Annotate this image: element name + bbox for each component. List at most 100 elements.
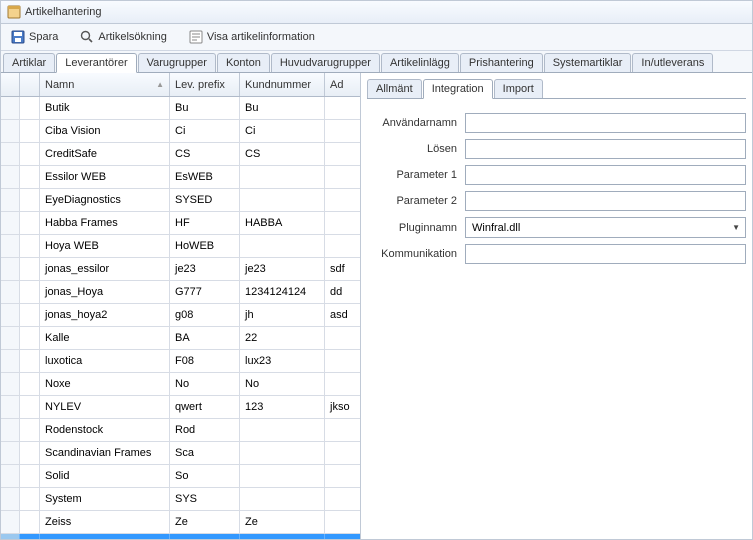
- cell-name: Habba Frames: [39, 212, 169, 234]
- grid-header-row: Namn ▲ Lev. prefix Kundnummer Ad: [1, 73, 360, 97]
- input-parameter2[interactable]: [465, 191, 746, 211]
- row-indicator: [1, 396, 19, 418]
- table-row[interactable]: NYLEVqwert123jkso: [1, 396, 360, 419]
- label-password: Lösen: [367, 143, 457, 155]
- main-tab-in/utleverans[interactable]: In/utleverans: [632, 53, 713, 72]
- input-kommunikation[interactable]: [465, 244, 746, 264]
- save-button[interactable]: Spara: [7, 28, 62, 46]
- table-row[interactable]: Scandinavian FramesSca: [1, 442, 360, 465]
- cell-prefix: [169, 534, 239, 539]
- cell-kund: [239, 442, 324, 464]
- input-username[interactable]: [465, 113, 746, 133]
- label-parameter2: Parameter 2: [367, 195, 457, 207]
- window-title: Artikelhantering: [25, 6, 101, 18]
- cell-ad: [324, 120, 360, 142]
- table-row[interactable]: Essilor WEBEsWEB: [1, 166, 360, 189]
- cell-name: jonas_essilor: [39, 258, 169, 280]
- cell-name: jonas_hoya2: [39, 304, 169, 326]
- table-row[interactable]: Habba FramesHFHABBA: [1, 212, 360, 235]
- combo-pluginname[interactable]: ▼: [465, 217, 746, 238]
- table-row[interactable]: jonas_essilorje23je23sdf: [1, 258, 360, 281]
- row-indicator: [1, 465, 19, 487]
- cell-kund: 1234124124: [239, 281, 324, 303]
- cell-prefix: SYSED: [169, 189, 239, 211]
- table-row[interactable]: ▶Zeiss Winfral: [1, 534, 360, 539]
- cell-prefix: BA: [169, 327, 239, 349]
- table-row[interactable]: luxoticaF08lux23: [1, 350, 360, 373]
- search-button[interactable]: Artikelsökning: [76, 28, 170, 46]
- table-row[interactable]: ButikBuBu: [1, 97, 360, 120]
- table-row[interactable]: CreditSafeCSCS: [1, 143, 360, 166]
- cell-ad: [324, 97, 360, 119]
- grid-header-name[interactable]: Namn ▲: [39, 73, 169, 96]
- cell-ad: [324, 235, 360, 257]
- grid-header-indicator[interactable]: [1, 73, 19, 96]
- main-tab-artiklar[interactable]: Artiklar: [3, 53, 55, 72]
- main-tab-leverantörer[interactable]: Leverantörer: [56, 53, 136, 73]
- cell-kund: Bu: [239, 97, 324, 119]
- cell-kund: jh: [239, 304, 324, 326]
- cell-ad: [324, 442, 360, 464]
- cell-kund: lux23: [239, 350, 324, 372]
- main-tab-varugrupper[interactable]: Varugrupper: [138, 53, 216, 72]
- cell-name: Zeiss Winfral: [39, 534, 169, 539]
- cell-ad: [324, 465, 360, 487]
- cell-name: NYLEV: [39, 396, 169, 418]
- table-row[interactable]: KalleBA22: [1, 327, 360, 350]
- main-tab-prishantering[interactable]: Prishantering: [460, 53, 543, 72]
- detail-tabs: AllmäntIntegrationImport: [367, 79, 746, 99]
- cell-ad: [324, 189, 360, 211]
- main-tab-huvudvarugrupper[interactable]: Huvudvarugrupper: [271, 53, 380, 72]
- grid-header-kundnummer[interactable]: Kundnummer: [239, 73, 324, 96]
- label-username: Användarnamn: [367, 117, 457, 129]
- save-label: Spara: [29, 31, 58, 43]
- detail-tab-allmänt[interactable]: Allmänt: [367, 79, 422, 98]
- cell-name: Zeiss: [39, 511, 169, 533]
- grid-header-ad[interactable]: Ad: [324, 73, 361, 96]
- table-row[interactable]: SolidSo: [1, 465, 360, 488]
- table-row[interactable]: Ciba VisionCiCi: [1, 120, 360, 143]
- table-row[interactable]: jonas_HoyaG7771234124124dd: [1, 281, 360, 304]
- cell-kund: CS: [239, 143, 324, 165]
- info-button[interactable]: Visa artikelinformation: [185, 28, 319, 46]
- cell-kund: [239, 465, 324, 487]
- cell-ad: [324, 327, 360, 349]
- main-tab-systemartiklar[interactable]: Systemartiklar: [544, 53, 632, 72]
- cell-ad: [324, 166, 360, 188]
- cell-kund: [239, 189, 324, 211]
- cell-name: Solid: [39, 465, 169, 487]
- detail-tab-integration[interactable]: Integration: [423, 79, 493, 99]
- table-row[interactable]: SystemSYS: [1, 488, 360, 511]
- main-tab-konton[interactable]: Konton: [217, 53, 270, 72]
- label-kommunikation: Kommunikation: [367, 248, 457, 260]
- grid-header-prefix[interactable]: Lev. prefix: [169, 73, 239, 96]
- table-row[interactable]: Hoya WEBHoWEB: [1, 235, 360, 258]
- cell-ad: [324, 534, 360, 539]
- cell-prefix: So: [169, 465, 239, 487]
- window-icon: [7, 5, 21, 19]
- row-indicator: [1, 120, 19, 142]
- table-row[interactable]: NoxeNoNo: [1, 373, 360, 396]
- table-row[interactable]: RodenstockRod: [1, 419, 360, 442]
- grid-header-blank[interactable]: [19, 73, 39, 96]
- input-parameter1[interactable]: [465, 165, 746, 185]
- cell-prefix: g08: [169, 304, 239, 326]
- table-row[interactable]: ZeissZeZe: [1, 511, 360, 534]
- search-label: Artikelsökning: [98, 31, 166, 43]
- cell-ad: [324, 212, 360, 234]
- info-icon: [189, 30, 203, 44]
- row-indicator: [1, 189, 19, 211]
- cell-prefix: Ze: [169, 511, 239, 533]
- row-indicator: [1, 304, 19, 326]
- detail-tab-import[interactable]: Import: [494, 79, 543, 98]
- table-row[interactable]: EyeDiagnosticsSYSED: [1, 189, 360, 212]
- cell-kund: [239, 488, 324, 510]
- cell-prefix: Rod: [169, 419, 239, 441]
- cell-kund: No: [239, 373, 324, 395]
- cell-ad: [324, 373, 360, 395]
- cell-name: Hoya WEB: [39, 235, 169, 257]
- table-row[interactable]: jonas_hoya2g08jhasd: [1, 304, 360, 327]
- cell-prefix: Bu: [169, 97, 239, 119]
- input-password[interactable]: [465, 139, 746, 159]
- main-tab-artikelinlägg[interactable]: Artikelinlägg: [381, 53, 459, 72]
